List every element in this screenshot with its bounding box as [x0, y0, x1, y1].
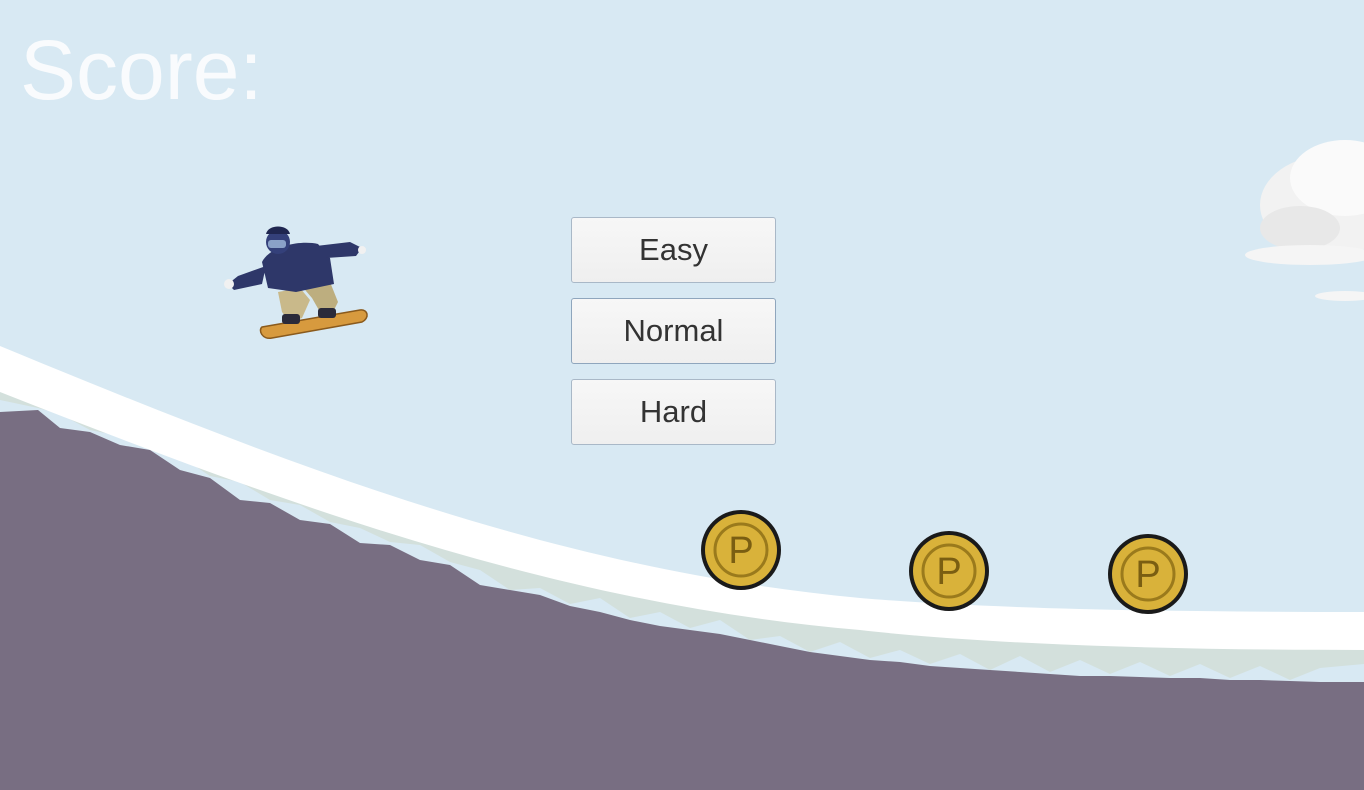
- score-label: Score:: [20, 23, 263, 117]
- svg-text:P: P: [1135, 554, 1160, 596]
- svg-text:P: P: [728, 530, 753, 572]
- svg-text:P: P: [936, 551, 961, 593]
- coin-icon: P: [1108, 534, 1188, 614]
- hard-button[interactable]: Hard: [571, 379, 776, 445]
- difficulty-menu: Easy Normal Hard: [571, 217, 776, 460]
- coin-icon: P: [701, 510, 781, 590]
- coin-icon: P: [909, 531, 989, 611]
- easy-button[interactable]: Easy: [571, 217, 776, 283]
- normal-button[interactable]: Normal: [571, 298, 776, 364]
